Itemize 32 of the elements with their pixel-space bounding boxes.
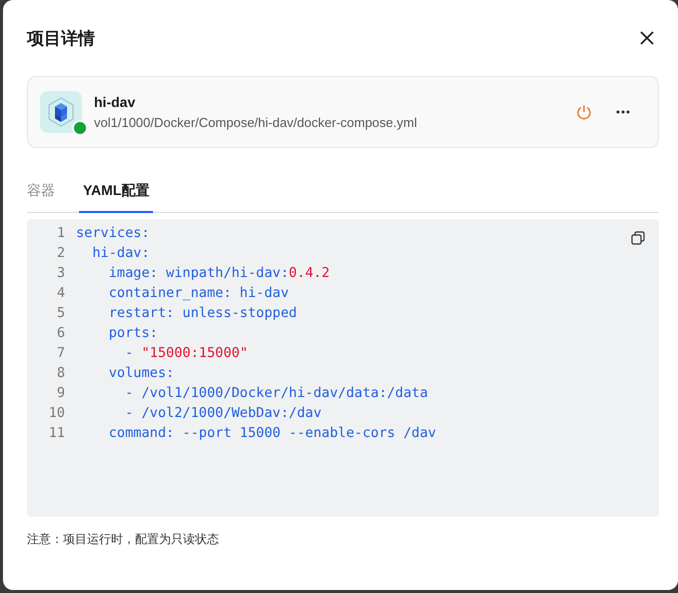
code-line: services: (76, 225, 150, 241)
line-number: 7 (56, 345, 66, 361)
line-number: 6 (56, 325, 66, 341)
line-number: 1 (56, 225, 66, 241)
code-line: command: --port 15000 --enable-cors /dav (108, 425, 436, 441)
code-line: - "15000:15000" (124, 345, 248, 361)
power-icon[interactable] (576, 104, 592, 120)
code-line: volumes: (108, 365, 174, 381)
more-icon[interactable] (616, 110, 630, 114)
read-only-note: 注意：项目运行时，配置为只读状态 (27, 531, 220, 548)
code-line: hi-dav: (91, 245, 150, 261)
line-number: 5 (56, 305, 66, 321)
line-number: 8 (56, 365, 66, 381)
copy-icon[interactable] (631, 231, 647, 247)
line-number: 4 (56, 285, 66, 301)
code-line: - /vol2/1000/WebDav:/dav (124, 405, 322, 421)
code-line: ports: (108, 325, 158, 341)
line-number: 11 (48, 425, 66, 441)
line-number: 2 (56, 245, 66, 261)
line-number: 10 (48, 405, 66, 421)
dialog-title: 项目详情 (27, 28, 95, 50)
tab[interactable]: YAML配置 (79, 174, 154, 213)
code-line: restart: unless-stopped (108, 305, 297, 321)
code-line: - /vol1/1000/Docker/hi-dav/data:/data (124, 385, 428, 401)
project-name: hi-dav (94, 94, 136, 110)
compose-file-path: vol1/1000/Docker/Compose/hi-dav/docker-compose.yml (94, 115, 418, 130)
line-number: 3 (56, 265, 66, 281)
tab[interactable]: 容器 (27, 174, 55, 213)
code-line: image: winpath/hi-dav:0.4.2 (108, 265, 330, 281)
line-number: 9 (56, 385, 66, 401)
close-icon[interactable] (640, 31, 654, 45)
code-line: container_name: hi-dav (108, 285, 289, 301)
